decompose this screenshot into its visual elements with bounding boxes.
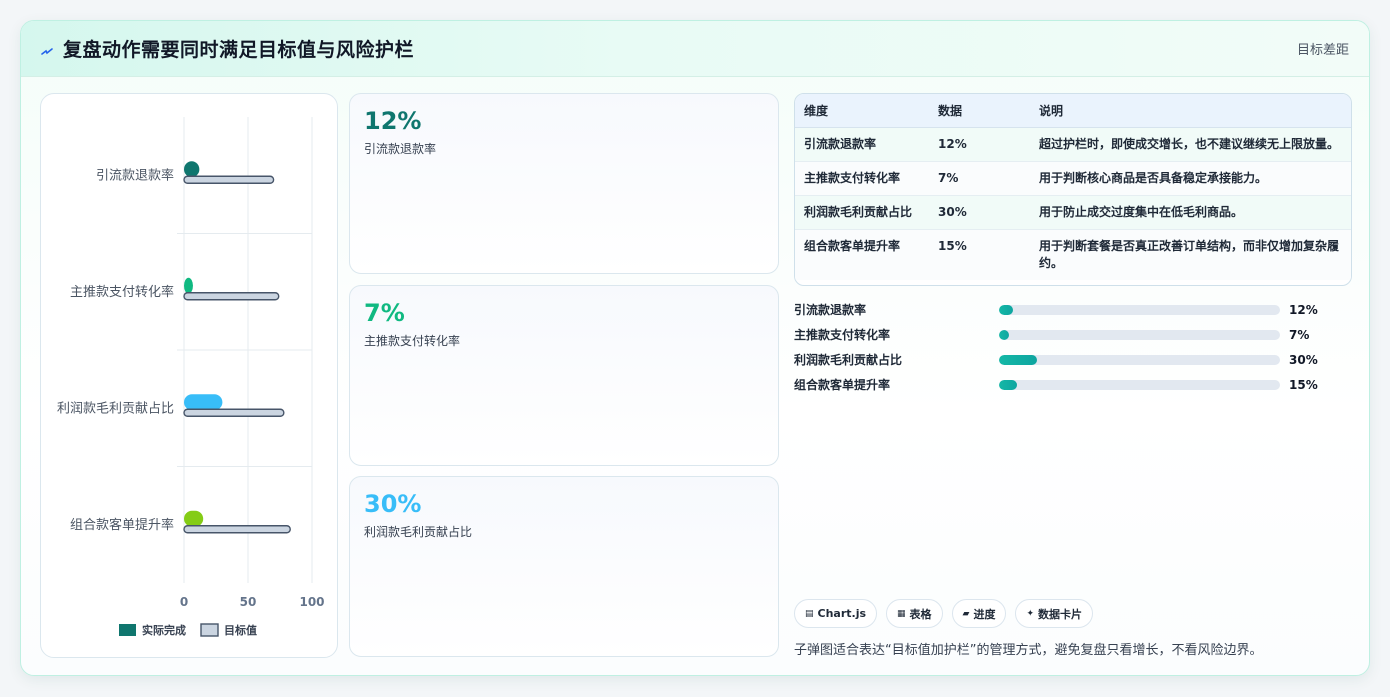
progress-list: 引流款退款率 12% 主推款支付转化率 7% 利润款毛利贡献占比 30% 组合款… xyxy=(794,297,1352,397)
table-cell: 超过护栏时，即使成交增长，也不建议继续无上限放量。 xyxy=(1030,127,1351,162)
kpi-value: 30% xyxy=(364,490,422,518)
kpi-label: 引流款退款率 xyxy=(364,142,437,156)
progress-fill xyxy=(999,379,1018,390)
tick-label: 0 xyxy=(180,595,188,609)
legend-swatch-target xyxy=(200,623,219,637)
progress-row: 组合款客单提升率 15% xyxy=(794,372,1352,397)
progress-fill xyxy=(999,354,1037,365)
table-header: 说明 xyxy=(1030,94,1351,128)
table-cell: 组合款客单提升率 xyxy=(795,229,929,280)
table-cell: 15% xyxy=(929,229,1030,280)
table-cell: 用于判断核心商品是否具备稳定承接能力。 xyxy=(1030,161,1351,196)
table-icon: ▦ xyxy=(897,608,906,619)
table-row: 引流款退款率 12% 超过护栏时，即使成交增长，也不建议继续无上限放量。 xyxy=(795,127,1351,162)
category-label: 组合款客单提升率 xyxy=(70,517,174,533)
progress-row: 主推款支付转化率 7% xyxy=(794,322,1352,347)
progress-value: 30% xyxy=(1289,352,1318,367)
table-cell: 30% xyxy=(929,195,1030,230)
progress-label: 利润款毛利贡献占比 xyxy=(794,353,903,367)
tick-label: 100 xyxy=(299,595,324,609)
progress-track xyxy=(999,379,1280,390)
table-cell: 引流款退款率 xyxy=(795,127,929,162)
progress-label: 组合款客单提升率 xyxy=(794,378,891,392)
progress-label: 引流款退款率 xyxy=(794,303,867,317)
progress-value: 7% xyxy=(1289,327,1310,342)
bullet-chart: 引流款退款率主推款支付转化率利润款毛利贡献占比组合款客单提升率 0 50 100 实际完… xyxy=(57,117,325,637)
tag-data-card[interactable]: ✦ 数据卡片 xyxy=(1015,599,1094,628)
table-row: 利润款毛利贡献占比 30% 用于防止成交过度集中在低毛利商品。 xyxy=(795,195,1351,230)
progress-row: 利润款毛利贡献占比 30% xyxy=(794,347,1352,372)
progress-value: 15% xyxy=(1289,377,1318,392)
kpi-card: 7% 主推款支付转化率 xyxy=(349,285,779,466)
tag-label: 表格 xyxy=(909,607,932,621)
progress-track xyxy=(999,304,1280,315)
table-cell: 利润款毛利贡献占比 xyxy=(795,195,929,230)
progress-track xyxy=(999,329,1280,340)
dashboard-frame: 复盘动作需要同时满足目标值与风险护栏 目标差距 引流款退款率 主推款支付转化率 利润… xyxy=(20,20,1370,676)
page-title: 复盘动作需要同时满足目标值与风险护栏 xyxy=(63,39,415,61)
tag-progress[interactable]: ▰ 进度 xyxy=(951,599,1007,628)
legend-swatch-actual xyxy=(119,624,136,636)
target-bar xyxy=(183,408,285,417)
table-row: 主推款支付转化率 7% 用于判断核心商品是否具备稳定承接能力。 xyxy=(795,161,1351,196)
bolt-icon xyxy=(41,43,53,55)
category-label: 引流款退款率 xyxy=(96,167,174,183)
kpi-value: 12% xyxy=(364,107,422,135)
target-bar xyxy=(183,175,275,184)
progress-fill xyxy=(999,329,1009,340)
footnote: 子弹图适合表达“目标值加护栏”的管理方式，避免复盘只看增长，不看风险边界。 xyxy=(794,643,1263,658)
tag-table[interactable]: ▦ 表格 xyxy=(886,599,943,628)
progress-track xyxy=(999,354,1280,365)
actual-bar xyxy=(184,277,193,294)
kpi-label: 主推款支付转化率 xyxy=(364,334,461,348)
tag-label: 进度 xyxy=(973,607,996,621)
actual-bar xyxy=(184,510,204,527)
table-header: 数据 xyxy=(929,94,1030,128)
target-bar xyxy=(183,525,291,534)
kpi-label: 利润款毛利贡献占比 xyxy=(364,525,473,539)
table-header: 维度 xyxy=(795,94,929,128)
data-card-icon: ✦ xyxy=(1026,608,1035,619)
progress-label: 主推款支付转化率 xyxy=(794,328,891,342)
category-label: 主推款支付转化率 xyxy=(70,284,174,300)
kpi-card: 12% 引流款退款率 xyxy=(349,93,779,274)
tag-label: 数据卡片 xyxy=(1038,607,1083,621)
chart-icon: ▤ xyxy=(805,608,814,619)
tag-chartjs[interactable]: ▤ Chart.js xyxy=(794,599,878,628)
progress-value: 12% xyxy=(1289,302,1318,317)
table-cell: 用于判断套餐是否真正改善订单结构，而非仅增加复杂履约。 xyxy=(1030,229,1351,280)
progress-icon: ▰ xyxy=(962,608,970,619)
table-cell: 12% xyxy=(929,127,1030,162)
header: 复盘动作需要同时满足目标值与风险护栏 目标差距 xyxy=(21,21,1369,77)
table-row: 组合款客单提升率 15% 用于判断套餐是否真正改善订单结构，而非仅增加复杂履约。 xyxy=(795,229,1351,280)
bullet-chart-panel: 引流款退款率主推款支付转化率利润款毛利贡献占比组合款客单提升率 0 50 100 实际完… xyxy=(40,93,338,658)
target-gap-label: 目标差距 xyxy=(1296,43,1349,58)
actual-bar xyxy=(184,161,200,178)
progress-fill xyxy=(999,304,1014,315)
category-label: 利润款毛利贡献占比 xyxy=(57,401,174,416)
target-bar xyxy=(183,292,280,301)
table-cell: 用于防止成交过度集中在低毛利商品。 xyxy=(1030,195,1351,230)
table-cell: 主推款支付转化率 xyxy=(795,161,929,196)
actual-bar xyxy=(184,394,223,411)
progress-row: 引流款退款率 12% xyxy=(794,297,1352,322)
legend-label: 实际完成 xyxy=(142,623,186,637)
table-cell: 7% xyxy=(929,161,1030,196)
legend-label: 目标值 xyxy=(224,623,257,637)
metrics-table: 维度 数据 说明 引流款退款率 12% 超过护栏时，即使成交增长，也不建议继续无… xyxy=(794,93,1352,286)
kpi-card: 30% 利润款毛利贡献占比 xyxy=(349,476,779,657)
tag-label: Chart.js xyxy=(817,607,867,620)
tick-label: 50 xyxy=(240,595,257,609)
kpi-value: 7% xyxy=(364,299,405,327)
feature-tags: ▤ Chart.js ▦ 表格 ▰ 进度 ✦ 数据卡片 xyxy=(794,599,1094,628)
